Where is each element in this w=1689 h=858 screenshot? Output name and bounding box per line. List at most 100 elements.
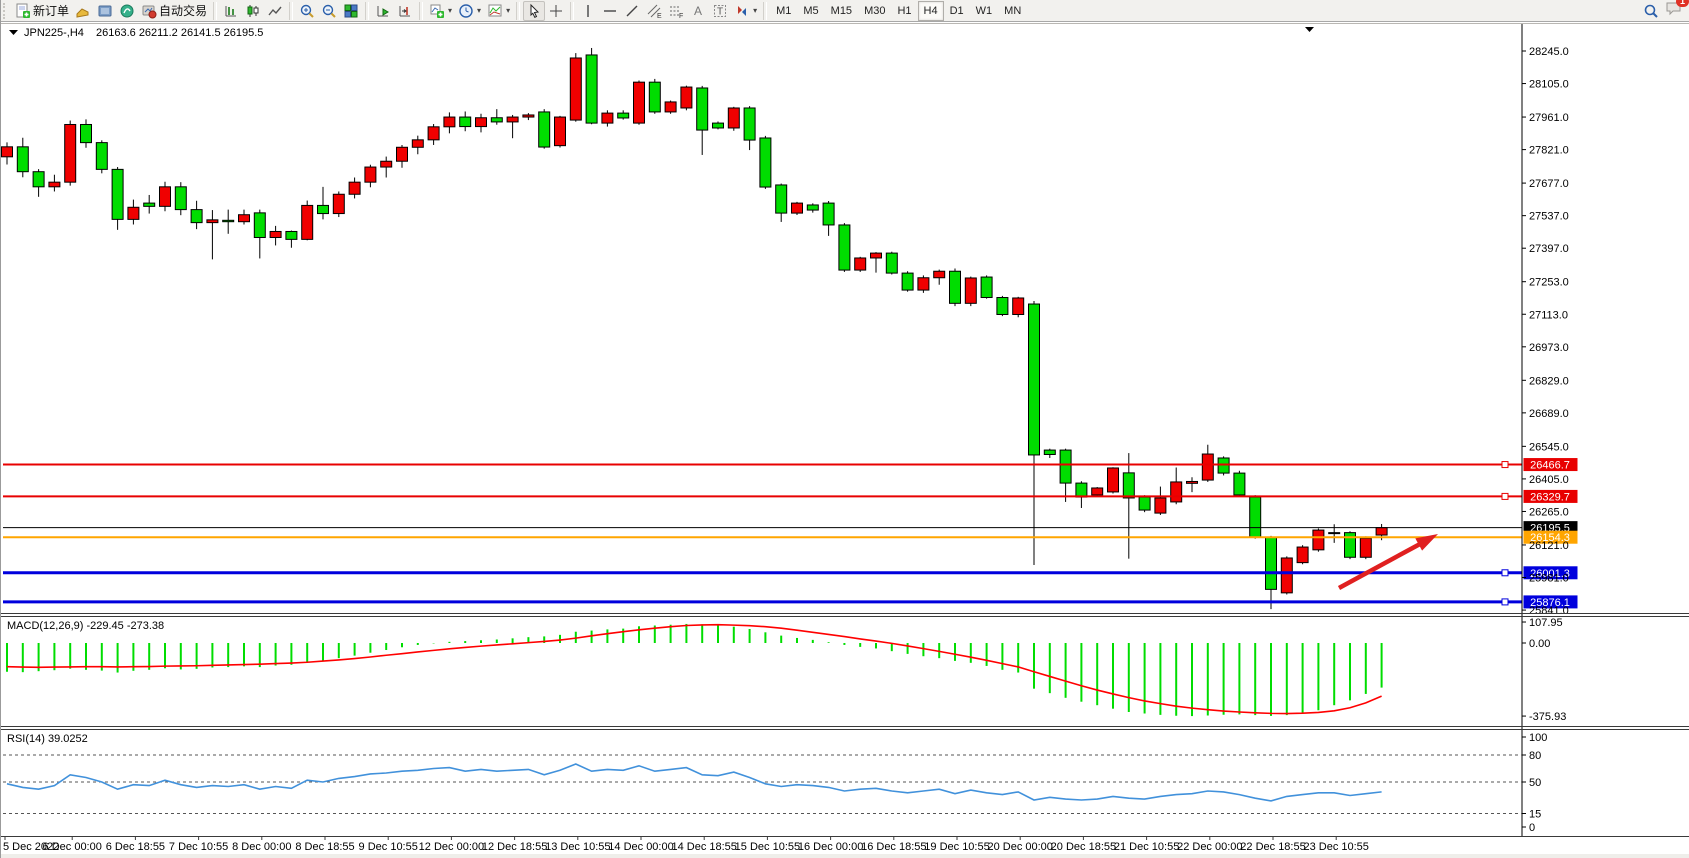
- chart-shift-button[interactable]: [394, 1, 416, 21]
- svg-text:T: T: [717, 6, 723, 17]
- timeframe-h4-button[interactable]: H4: [918, 1, 944, 21]
- candle-body: [728, 108, 739, 128]
- add-indicator-button[interactable]: ▾: [426, 1, 455, 21]
- autotrading-button[interactable]: 自动交易: [138, 1, 210, 21]
- line-handle[interactable]: [1502, 462, 1508, 468]
- candle-body: [1297, 547, 1308, 563]
- market-watch-button[interactable]: [94, 1, 116, 21]
- dropdown-caret: ▾: [448, 6, 452, 15]
- candle-body: [444, 117, 455, 127]
- ohlc-readout: 26163.6 26211.2 26141.5 26195.5: [96, 27, 263, 39]
- candle-body: [65, 124, 76, 182]
- chart-shift-icon: [397, 3, 413, 19]
- line-chart-mode-button[interactable]: [264, 1, 286, 21]
- candlestick-mode-button[interactable]: [242, 1, 264, 21]
- auto-scroll-button[interactable]: [372, 1, 394, 21]
- candle-body: [1376, 528, 1387, 535]
- candle-body: [1234, 473, 1245, 495]
- candle-body: [428, 127, 439, 140]
- text-tool-button[interactable]: A: [687, 1, 709, 21]
- time-tick-label: 8 Dec 18:55: [295, 841, 354, 853]
- line-handle[interactable]: [1502, 570, 1508, 576]
- timeframe-w1-button[interactable]: W1: [970, 1, 999, 21]
- cursor-tool-button[interactable]: [523, 1, 545, 21]
- candle-body: [160, 187, 171, 207]
- zoom-out-button[interactable]: [318, 1, 340, 21]
- indicators-button[interactable]: [72, 1, 94, 21]
- timeframe-mn-button[interactable]: MN: [998, 1, 1027, 21]
- fibonacci-tool-button[interactable]: F: [665, 1, 687, 21]
- channel-tool-button[interactable]: E: [643, 1, 665, 21]
- tile-windows-button[interactable]: [340, 1, 362, 21]
- candle-body: [17, 147, 28, 172]
- candle-body: [1202, 454, 1213, 480]
- templates-button[interactable]: ▾: [484, 1, 513, 21]
- candle-body: [1013, 298, 1024, 315]
- navigator-button[interactable]: [116, 1, 138, 21]
- time-tick-label: 16 Dec 00:00: [798, 841, 863, 853]
- crosshair-icon: [548, 3, 564, 19]
- candle-body: [744, 108, 755, 140]
- time-tick-label: 13 Dec 10:55: [545, 841, 610, 853]
- chart-area[interactable]: JPN225-,H426163.6 26211.2 26141.5 26195.…: [1, 22, 1689, 858]
- timeframe-h1-button[interactable]: H1: [891, 1, 917, 21]
- text-label-tool-button[interactable]: T: [709, 1, 731, 21]
- line-handle[interactable]: [1502, 493, 1508, 499]
- candle-body: [1313, 530, 1324, 550]
- rsi-tick-label: 100: [1529, 732, 1547, 744]
- price-tick-label: 26973.0: [1529, 342, 1569, 354]
- zoom-in-button[interactable]: [296, 1, 318, 21]
- timeframe-d1-button[interactable]: D1: [944, 1, 970, 21]
- svg-text:A: A: [694, 4, 702, 18]
- svg-text:F: F: [679, 13, 683, 19]
- notifications-button[interactable]: 1: [1665, 0, 1683, 21]
- timeframe-m5-button[interactable]: M5: [797, 1, 824, 21]
- time-tick-label: 12 Dec 18:55: [482, 841, 547, 853]
- arrows-tool-button[interactable]: ▾: [731, 1, 760, 21]
- time-tick-label: 20 Dec 00:00: [987, 841, 1052, 853]
- candle-body: [349, 182, 360, 194]
- candle-body: [507, 117, 518, 122]
- svg-text:E: E: [657, 13, 662, 19]
- vertical-line-tool-button[interactable]: [577, 1, 599, 21]
- search-icon[interactable]: [1643, 3, 1659, 19]
- indicator-list-icon: [75, 3, 91, 19]
- candle-body: [2, 147, 13, 157]
- toolbar-grip[interactable]: [3, 3, 10, 19]
- price-tick-label: 27113.0: [1529, 309, 1568, 321]
- timeframe-m15-button[interactable]: M15: [825, 1, 858, 21]
- chart-canvas[interactable]: JPN225-,H426163.6 26211.2 26141.5 26195.…: [1, 22, 1689, 858]
- vertical-line-icon: [580, 3, 596, 19]
- new-order-label: 新订单: [33, 2, 69, 19]
- tile-windows-icon: [343, 3, 359, 19]
- rsi-tick-label: 0: [1529, 822, 1535, 834]
- price-tick-label: 25841.0: [1529, 605, 1569, 617]
- candle-body: [460, 117, 471, 127]
- bar-chart-mode-button[interactable]: [220, 1, 242, 21]
- zoom-out-icon: [321, 3, 337, 19]
- candle-body: [1360, 538, 1371, 557]
- candle-body: [1266, 537, 1277, 589]
- clock-icon: [458, 3, 474, 19]
- toolbar-separator: [763, 2, 767, 20]
- crosshair-tool-button[interactable]: [545, 1, 567, 21]
- horizontal-line-tool-button[interactable]: [599, 1, 621, 21]
- periods-button[interactable]: ▾: [455, 1, 484, 21]
- trendline-tool-button[interactable]: [621, 1, 643, 21]
- auto-scroll-icon: [375, 3, 391, 19]
- candle-body: [681, 87, 692, 108]
- time-tick-label: 15 Dec 10:55: [735, 841, 800, 853]
- candle-body: [1044, 450, 1055, 454]
- timeframe-m30-button[interactable]: M30: [858, 1, 891, 21]
- macd-tick-label: 107.95: [1529, 617, 1563, 629]
- time-tick-label: 22 Dec 18:55: [1240, 841, 1305, 853]
- candle-body: [855, 258, 866, 270]
- new-order-button[interactable]: 新订单: [12, 1, 72, 21]
- candle-body: [207, 220, 218, 223]
- line-handle[interactable]: [1502, 599, 1508, 605]
- price-tick-label: 26545.0: [1529, 441, 1569, 453]
- timeframe-m1-button[interactable]: M1: [770, 1, 797, 21]
- candle-body: [1092, 488, 1103, 495]
- candle-body: [33, 172, 44, 187]
- toolbar-separator: [365, 2, 369, 20]
